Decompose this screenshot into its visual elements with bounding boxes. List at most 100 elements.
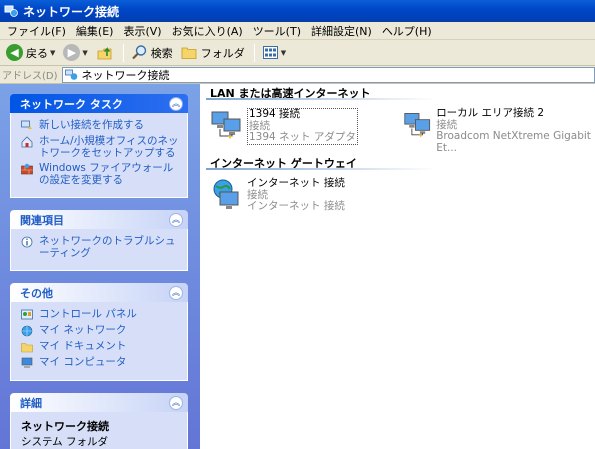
back-arrow-icon: ◀ bbox=[6, 44, 23, 61]
task-firewall[interactable]: Windows ファイアウォールの設定を変更する bbox=[21, 162, 181, 186]
toolbar-separator bbox=[253, 43, 255, 62]
link-label: コントロール パネル bbox=[39, 308, 137, 320]
connection-device: インターネット 接続 bbox=[247, 200, 345, 212]
content-area: LAN または高速インターネット 1394 接続 接続 1394 ネット アダプ… bbox=[200, 84, 595, 449]
collapse-icon[interactable]: ︽ bbox=[169, 96, 183, 111]
network-connection-icon bbox=[404, 113, 431, 138]
link-my-network[interactable]: マイ ネットワーク bbox=[21, 324, 181, 337]
address-input[interactable]: ネットワーク接続 bbox=[61, 66, 595, 83]
group-divider bbox=[206, 168, 436, 170]
my-documents-icon bbox=[21, 343, 33, 353]
folders-icon bbox=[181, 47, 197, 59]
network-connections-icon bbox=[64, 69, 77, 80]
task-label: ネットワークのトラブルシューティング bbox=[39, 235, 176, 259]
link-label: マイ ドキュメント bbox=[39, 340, 127, 352]
connection-device: 1394 ネット アダプタ bbox=[249, 131, 356, 143]
task-create-connection[interactable]: 新しい接続を作成する bbox=[21, 119, 181, 132]
task-label: Windows ファイアウォールの設定を変更する bbox=[39, 162, 174, 186]
title-bar: ネットワーク接続 bbox=[0, 0, 595, 22]
details-header[interactable]: 詳細 ︽ bbox=[10, 393, 188, 412]
connection-name: ローカル エリア接続 2 bbox=[436, 107, 545, 119]
folders-label: フォルダ bbox=[200, 46, 245, 60]
task-home-network[interactable]: ホーム/小規模オフィスのネットワークをセットアップする bbox=[21, 135, 181, 159]
menu-advanced[interactable]: 詳細設定(N) bbox=[306, 23, 377, 39]
address-bar: アドレス(D) ネットワーク接続 bbox=[0, 66, 595, 84]
related-header[interactable]: 関連項目 ︽ bbox=[10, 210, 188, 229]
chevron-down-icon: ▼ bbox=[50, 48, 56, 57]
details-type: システム フォルダ bbox=[21, 436, 109, 448]
control-panel-icon bbox=[21, 309, 33, 320]
up-folder-button[interactable] bbox=[93, 42, 117, 64]
address-label: アドレス(D) bbox=[2, 71, 58, 82]
connection-device: Broadcom NetXtreme Gigabit Et... bbox=[436, 130, 591, 154]
views-icon bbox=[262, 46, 278, 59]
home-network-icon bbox=[21, 136, 33, 148]
link-my-documents[interactable]: マイ ドキュメント bbox=[21, 340, 181, 353]
new-connection-icon bbox=[21, 120, 32, 129]
other-panel: その他 ︽ コントロール パネル マイ ネットワーク マイ ドキュメント マイ … bbox=[10, 283, 188, 381]
forward-button[interactable]: ▶ ▼ bbox=[60, 42, 90, 64]
back-button[interactable]: ◀ 戻る ▼ bbox=[3, 42, 58, 64]
search-label: 検索 bbox=[150, 46, 173, 60]
other-title: その他 bbox=[20, 286, 53, 300]
related-title: 関連項目 bbox=[20, 213, 64, 227]
back-label: 戻る bbox=[26, 46, 48, 60]
link-label: マイ ネットワーク bbox=[39, 324, 127, 336]
details-body: ネットワーク接続 システム フォルダ bbox=[10, 412, 188, 449]
network-tasks-title: ネットワーク タスク bbox=[20, 97, 123, 111]
network-tasks-panel: ネットワーク タスク ︽ 新しい接続を作成する ホーム/小規模オフィスのネットワ… bbox=[10, 94, 188, 198]
collapse-icon[interactable]: ︽ bbox=[169, 212, 183, 227]
views-button[interactable]: ▼ bbox=[259, 42, 289, 64]
window-title: ネットワーク接続 bbox=[23, 4, 120, 19]
collapse-icon[interactable]: ︽ bbox=[169, 285, 183, 300]
network-tasks-body: 新しい接続を作成する ホーム/小規模オフィスのネットワークをセットアップする W… bbox=[10, 113, 188, 198]
menu-file[interactable]: ファイル(F) bbox=[2, 23, 71, 39]
folders-button[interactable]: フォルダ bbox=[178, 42, 248, 64]
my-network-icon bbox=[21, 325, 33, 337]
connection-1394[interactable]: 1394 接続 接続 1394 ネット アダプタ bbox=[210, 108, 358, 145]
connection-internet[interactable]: インターネット 接続 接続 インターネット 接続 bbox=[210, 177, 345, 213]
my-computer-icon bbox=[21, 357, 33, 368]
toolbar: ◀ 戻る ▼ ▶ ▼ 検索 フォルダ ▼ bbox=[0, 40, 595, 66]
menu-tools[interactable]: ツール(T) bbox=[248, 23, 306, 39]
toolbar-separator bbox=[122, 43, 124, 62]
up-folder-icon bbox=[97, 46, 112, 59]
link-control-panel[interactable]: コントロール パネル bbox=[21, 308, 181, 321]
collapse-icon[interactable]: ︽ bbox=[169, 395, 183, 410]
address-value: ネットワーク接続 bbox=[81, 68, 170, 82]
details-name: ネットワーク接続 bbox=[21, 420, 109, 433]
menu-view[interactable]: 表示(V) bbox=[118, 23, 166, 39]
menu-bar: ファイル(F) 編集(E) 表示(V) お気に入り(A) ツール(T) 詳細設定… bbox=[0, 22, 595, 40]
network-connection-icon bbox=[211, 111, 241, 139]
network-connections-icon bbox=[4, 5, 18, 17]
menu-favorites[interactable]: お気に入り(A) bbox=[167, 23, 248, 39]
group-divider bbox=[206, 98, 436, 100]
search-button[interactable]: 検索 bbox=[128, 42, 176, 64]
details-panel: 詳細 ︽ ネットワーク接続 システム フォルダ bbox=[10, 393, 188, 449]
details-title: 詳細 bbox=[20, 396, 42, 410]
related-panel: 関連項目 ︽ ネットワークのトラブルシューティング bbox=[10, 210, 188, 271]
task-label: ホーム/小規模オフィスのネットワークをセットアップする bbox=[39, 135, 179, 159]
menu-help[interactable]: ヘルプ(H) bbox=[377, 23, 437, 39]
search-icon bbox=[132, 45, 146, 60]
connection-name: 1394 接続 bbox=[249, 108, 301, 120]
info-icon bbox=[21, 236, 33, 248]
connection-text: インターネット 接続 接続 インターネット 接続 bbox=[247, 177, 345, 213]
task-troubleshoot[interactable]: ネットワークのトラブルシューティング bbox=[21, 235, 181, 259]
firewall-icon bbox=[21, 163, 33, 175]
task-pane: ネットワーク タスク ︽ 新しい接続を作成する ホーム/小規模オフィスのネットワ… bbox=[0, 84, 200, 449]
link-my-computer[interactable]: マイ コンピュータ bbox=[21, 356, 181, 369]
task-label: 新しい接続を作成する bbox=[39, 119, 144, 131]
connection-name: インターネット 接続 bbox=[247, 177, 345, 189]
connection-text: 1394 接続 接続 1394 ネット アダプタ bbox=[247, 108, 358, 145]
connection-local-area-2[interactable]: ローカル エリア接続 2 接続 Broadcom NetXtreme Gigab… bbox=[403, 107, 595, 154]
chevron-down-icon: ▼ bbox=[280, 48, 287, 57]
chevron-down-icon: ▼ bbox=[82, 48, 88, 57]
other-body: コントロール パネル マイ ネットワーク マイ ドキュメント マイ コンピュータ bbox=[10, 302, 188, 381]
forward-arrow-icon: ▶ bbox=[63, 44, 81, 61]
internet-gateway-icon bbox=[213, 179, 239, 209]
network-tasks-header[interactable]: ネットワーク タスク ︽ bbox=[10, 94, 188, 113]
other-header[interactable]: その他 ︽ bbox=[10, 283, 188, 302]
link-label: マイ コンピュータ bbox=[39, 356, 127, 368]
menu-edit[interactable]: 編集(E) bbox=[71, 23, 119, 39]
